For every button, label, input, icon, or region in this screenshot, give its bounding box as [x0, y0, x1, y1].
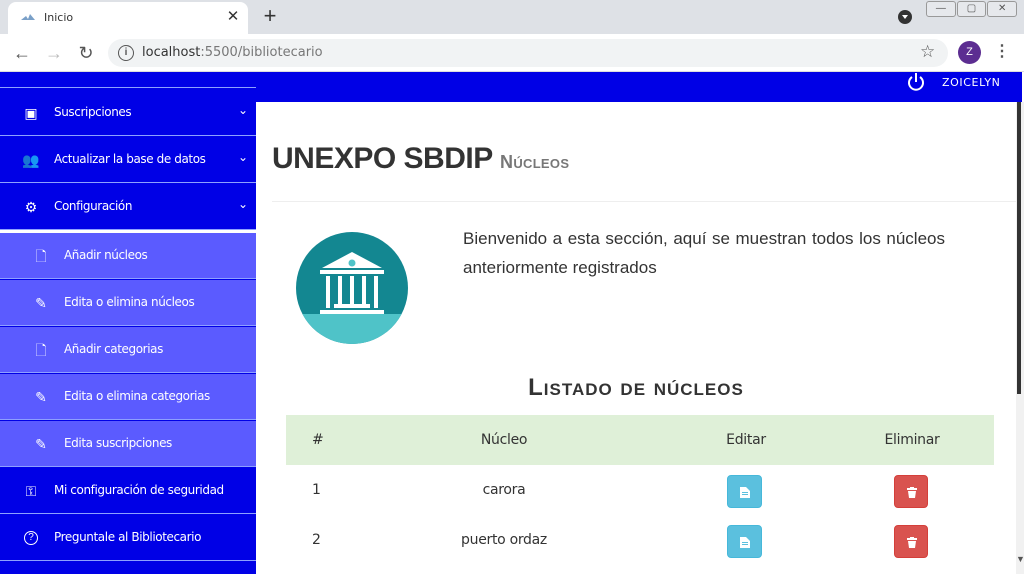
sidebar: ▣ Suscripciones ⌄ 👥 Actualizar la base d… — [0, 72, 256, 574]
web-page: ▣ Suscripciones ⌄ 👥 Actualizar la base d… — [0, 72, 1024, 574]
sidebar-item-label: Edita o elimina categorias — [64, 389, 210, 403]
power-icon[interactable] — [906, 72, 926, 92]
back-icon[interactable]: ← — [10, 41, 34, 65]
pencil-icon: ✎ — [35, 436, 47, 452]
sidebar-item-label: Actualizar la base de datos — [54, 152, 206, 166]
user-name[interactable]: ZOICELYN — [942, 76, 1000, 89]
key-icon: ⚿ — [25, 483, 37, 499]
file-icon — [740, 487, 750, 498]
column-header: # — [312, 432, 324, 448]
chevron-down-icon: ⌄ — [238, 150, 249, 164]
trash-icon — [907, 487, 917, 498]
library-building-icon — [296, 232, 408, 344]
sidebar-item-edita-categorias[interactable]: ✎ Edita o elimina categorias — [0, 374, 256, 420]
sidebar-item-label: Edita o elimina núcleos — [64, 295, 195, 309]
sidebar-item-edita-nucleos[interactable]: ✎ Edita o elimina núcleos — [0, 280, 256, 326]
browser-window: Inicio ✕ + — ▢ ✕ ← → ↻ i localhost:5500/… — [0, 0, 1024, 574]
row-nucleo: carora — [482, 482, 526, 498]
column-header: Editar — [726, 432, 766, 448]
table-header: # Núcleo Editar Eliminar — [286, 415, 994, 465]
sidebar-item-label: Añadir categorias — [64, 342, 163, 356]
profile-avatar[interactable]: Z — [958, 41, 981, 64]
browser-toolbar: ← → ↻ i localhost:5500/bibliotecario ☆ Z… — [0, 34, 1024, 72]
table-row: 2 puerto ordaz — [286, 515, 994, 565]
browser-tab[interactable]: Inicio ✕ — [8, 2, 248, 34]
profile-menu-icon[interactable] — [898, 10, 912, 24]
new-tab-button[interactable]: + — [258, 5, 282, 29]
question-icon: ? — [24, 531, 38, 545]
delete-button[interactable] — [894, 525, 928, 558]
url-text[interactable]: localhost:5500/bibliotecario — [142, 45, 323, 60]
row-number: 2 — [312, 532, 321, 548]
add-file-icon: 🗋 — [35, 248, 47, 264]
trash-icon — [907, 537, 917, 548]
pencil-icon: ✎ — [35, 389, 47, 405]
sidebar-item-label: Edita suscripciones — [64, 436, 172, 450]
sidebar-item-anadir-nucleos[interactable]: 🗋 Añadir núcleos — [0, 233, 256, 279]
delete-button[interactable] — [894, 475, 928, 508]
info-icon[interactable]: i — [118, 45, 134, 61]
scroll-down-icon[interactable]: ▼ — [1016, 554, 1024, 568]
page-title: UNEXPO SBDIP Núcleos — [272, 142, 570, 175]
chevron-down-icon: ⌄ — [238, 197, 249, 211]
sidebar-item-label: Añadir núcleos — [64, 248, 148, 262]
pencil-icon: ✎ — [35, 295, 47, 311]
close-window-button[interactable]: ✕ — [987, 1, 1018, 17]
main-content: UNEXPO SBDIP Núcleos Bienvenido a esta s… — [256, 102, 1016, 574]
sidebar-item-label: Preguntale al Bibliotecario — [54, 530, 202, 544]
maximize-button[interactable]: ▢ — [956, 1, 987, 17]
sidebar-item-anadir-categorias[interactable]: 🗋 Añadir categorias — [0, 327, 256, 373]
file-icon — [740, 537, 750, 548]
tab-close-icon[interactable]: ✕ — [224, 8, 242, 26]
favicon-icon — [21, 14, 35, 20]
sidebar-item-actualizar[interactable]: 👥 Actualizar la base de datos ⌄ — [0, 137, 256, 183]
people-icon: 👥 — [22, 152, 40, 168]
row-nucleo: puerto ordaz — [461, 532, 547, 548]
menu-dots-icon[interactable]: ⋮ — [994, 41, 1010, 65]
sidebar-item-label: Mi configuración de seguridad — [54, 483, 224, 497]
sidebar-item-suscripciones[interactable]: ▣ Suscripciones ⌄ — [0, 90, 256, 136]
top-navbar: ZOICELYN — [256, 72, 1022, 102]
address-bar[interactable]: i localhost:5500/bibliotecario — [108, 39, 948, 67]
sidebar-item-label: Configuración — [54, 199, 133, 213]
sidebar-item-partial[interactable] — [0, 72, 256, 88]
minimize-button[interactable]: — — [926, 1, 956, 17]
sidebar-item-configuracion[interactable]: ⚙ Configuración ⌄ — [0, 184, 256, 230]
scrollbar-thumb[interactable] — [1017, 102, 1021, 394]
forward-icon[interactable]: → — [42, 41, 66, 65]
reload-icon[interactable]: ↻ — [74, 41, 98, 65]
column-header: Eliminar — [884, 432, 940, 448]
sidebar-item-label: Suscripciones — [54, 105, 132, 119]
edit-button[interactable] — [727, 475, 762, 508]
page-scrollbar[interactable]: ▼ — [1016, 102, 1024, 574]
bookmark-star-icon[interactable]: ☆ — [920, 42, 935, 62]
window-controls: — ▢ ✕ — [926, 1, 1018, 19]
table-row: 1 carora — [286, 465, 994, 515]
chevron-down-icon: ⌄ — [238, 103, 249, 117]
edit-button[interactable] — [727, 525, 762, 558]
sidebar-item-preguntale[interactable]: ? Preguntale al Bibliotecario — [0, 515, 256, 561]
welcome-text: Bienvenido a esta sección, aquí se muest… — [463, 229, 945, 277]
row-number: 1 — [312, 482, 321, 498]
monitor-icon: ▣ — [24, 105, 38, 121]
list-title: Listado de núcleos — [528, 374, 744, 401]
column-header: Núcleo — [480, 432, 528, 448]
tab-title: Inicio — [44, 11, 74, 24]
gear-icon: ⚙ — [24, 199, 38, 215]
tab-strip: Inicio ✕ + — ▢ ✕ — [0, 0, 1024, 34]
page-subtitle: Núcleos — [500, 152, 570, 172]
divider — [272, 201, 1016, 202]
sidebar-item-edita-suscripciones[interactable]: ✎ Edita suscripciones — [0, 421, 256, 467]
add-file-icon: 🗋 — [35, 342, 47, 358]
sidebar-item-seguridad[interactable]: ⚿ Mi configuración de seguridad — [0, 468, 256, 514]
